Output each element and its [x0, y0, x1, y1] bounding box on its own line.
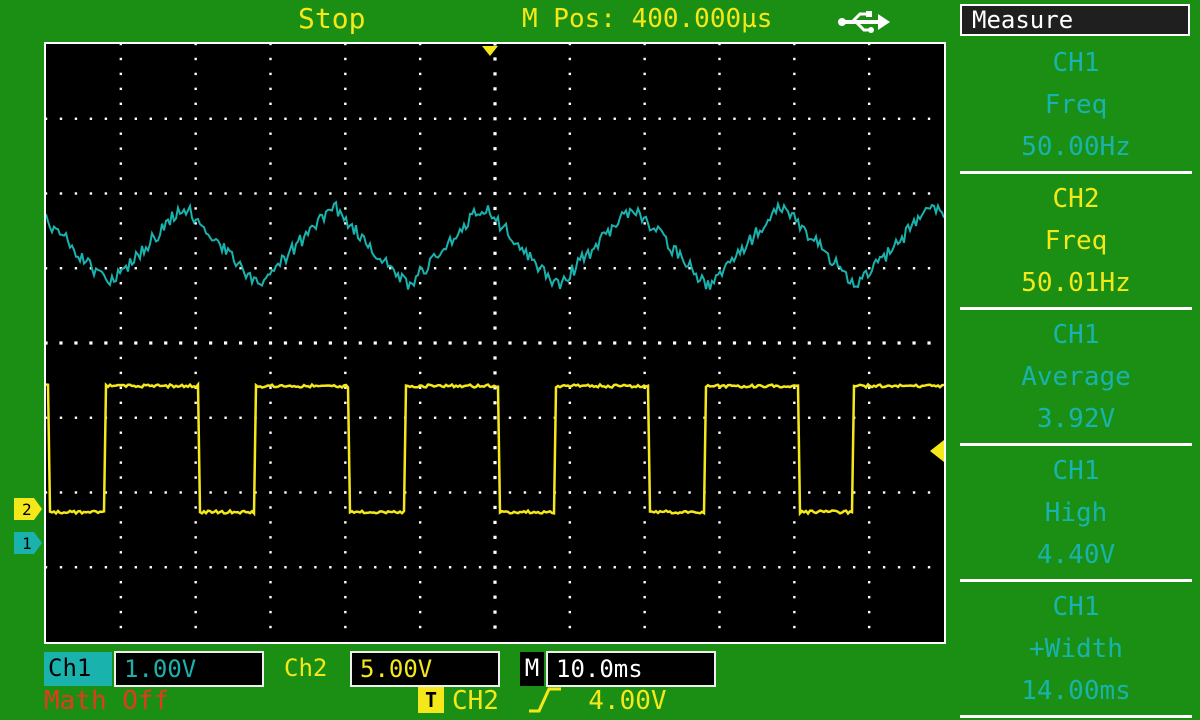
bottom-status-bar: Ch1 1.00V Ch2 5.00V M 10.0ms Math Off TC… — [0, 646, 955, 720]
trigger-source: CH2 — [452, 686, 499, 716]
horizontal-position: M Pos: 400.000µs — [522, 4, 773, 34]
measure-type: Freq — [1044, 90, 1108, 120]
measure-channel: CH1 — [1052, 592, 1100, 622]
ch1-ground-label: 1 — [22, 534, 32, 553]
trigger-level-marker[interactable] — [928, 440, 944, 462]
rising-edge-icon — [528, 687, 561, 713]
measure-channel: CH1 — [1052, 48, 1100, 78]
measure-item-2[interactable]: CH2 Freq 50.01Hz — [960, 178, 1192, 310]
ch2-trace — [46, 381, 944, 517]
run-status: Stop — [298, 2, 366, 35]
trigger-level: 4.00V — [588, 686, 667, 716]
ch1-ground-marker[interactable]: 1 — [14, 532, 42, 554]
ch1-label[interactable]: Ch1 — [44, 652, 112, 686]
measure-value: 14.00ms — [1021, 676, 1131, 706]
measure-value: 3.92V — [1036, 404, 1116, 434]
measure-title[interactable]: Measure — [960, 4, 1190, 36]
waveform-traces — [46, 200, 944, 517]
measure-type: Average — [1021, 362, 1131, 392]
timebase-scale[interactable]: 10.0ms — [546, 651, 716, 687]
timebase-label: M — [520, 652, 544, 686]
ch1-trace — [46, 200, 944, 290]
measure-value: 50.00Hz — [1021, 132, 1131, 162]
ch2-scale[interactable]: 5.00V — [350, 651, 500, 687]
measure-item-4[interactable]: CH1 High 4.40V — [960, 450, 1192, 582]
measure-value: 50.01Hz — [1021, 268, 1131, 298]
math-status[interactable]: Math Off — [44, 686, 169, 716]
measure-channel: CH1 — [1052, 456, 1100, 486]
top-status-bar: Stop M Pos: 400.000µs — [0, 0, 955, 40]
measure-type: +Width — [1029, 634, 1123, 664]
ch2-label[interactable]: Ch2 — [284, 652, 344, 686]
trigger-badge: T — [418, 687, 444, 713]
measure-panel: Measure CH1 Freq 50.00Hz CH2 Freq 50.01H… — [956, 0, 1200, 720]
ch1-scale[interactable]: 1.00V — [114, 651, 264, 687]
scope-display[interactable] — [44, 42, 946, 644]
measure-type: Freq — [1044, 226, 1108, 256]
measure-item-5[interactable]: CH1 +Width 14.00ms — [960, 586, 1192, 718]
measure-value: 4.40V — [1036, 540, 1116, 570]
measure-item-3[interactable]: CH1 Average 3.92V — [960, 314, 1192, 446]
measure-channel: CH2 — [1052, 184, 1100, 214]
ch2-ground-label: 2 — [22, 500, 32, 519]
trigger-position-marker[interactable] — [482, 46, 498, 58]
ch2-ground-marker[interactable]: 2 — [14, 498, 42, 520]
usb-icon — [838, 11, 890, 33]
measure-channel: CH1 — [1052, 320, 1100, 350]
measure-type: High — [1044, 498, 1108, 528]
trigger-info[interactable]: T CH2 4.00V — [418, 686, 667, 716]
measure-item-1[interactable]: CH1 Freq 50.00Hz — [960, 42, 1192, 174]
